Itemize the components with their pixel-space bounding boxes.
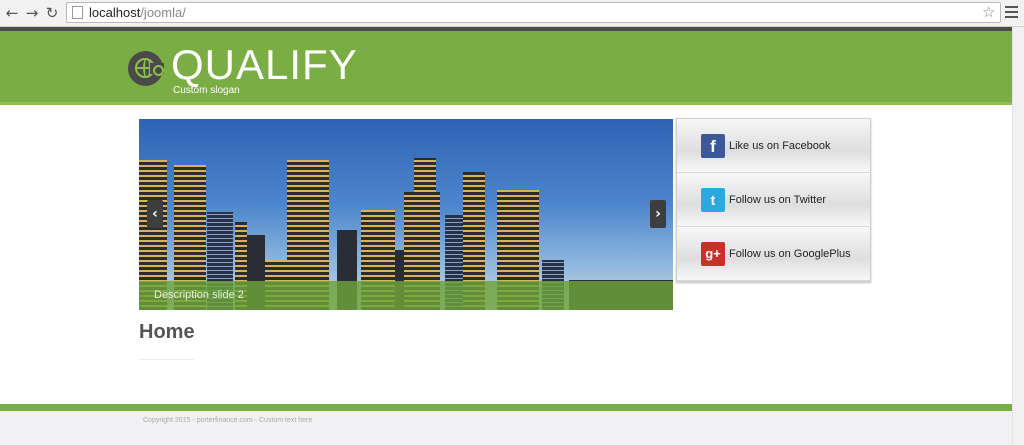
- divider: [139, 359, 194, 360]
- browser-toolbar: ← → ↻ localhost/joomla/ ☆: [0, 0, 1024, 27]
- url-path: /joomla/: [140, 5, 186, 20]
- slider-next-button[interactable]: ›: [650, 200, 666, 228]
- page-viewport: QUALIFY Custom slogan ‹ › Description sl…: [0, 27, 1012, 445]
- social-link-label: Follow us on GooglePlus: [729, 248, 851, 260]
- twitter-icon: t: [701, 188, 725, 212]
- page-icon: [72, 6, 83, 19]
- social-links-panel: f Like us on Facebook t Follow us on Twi…: [676, 118, 871, 282]
- social-link-label: Like us on Facebook: [729, 140, 831, 152]
- copyright-text: Copyright 2015 - porterfinance.com - Cus…: [143, 417, 313, 424]
- facebook-icon: f: [701, 134, 725, 158]
- page-title: Home: [139, 321, 195, 343]
- reload-icon[interactable]: ↻: [44, 4, 60, 22]
- site-title[interactable]: QUALIFY: [171, 41, 358, 89]
- social-link-googleplus[interactable]: g+ Follow us on GooglePlus: [677, 227, 870, 281]
- social-link-facebook[interactable]: f Like us on Facebook: [677, 119, 870, 173]
- googleplus-icon: g+: [701, 242, 725, 266]
- footer-accent-bar: [0, 404, 1012, 411]
- forward-arrow-icon[interactable]: →: [24, 4, 40, 22]
- social-link-label: Follow us on Twitter: [729, 194, 827, 206]
- slider-prev-button[interactable]: ‹: [147, 200, 163, 228]
- url-host: localhost: [89, 5, 141, 20]
- image-slider: ‹ › Description slide 2: [139, 119, 673, 310]
- url-text[interactable]: localhost/joomla/: [89, 5, 186, 20]
- logo-globe-icon[interactable]: [128, 51, 164, 86]
- back-arrow-icon[interactable]: ←: [4, 4, 20, 22]
- site-footer: Copyright 2015 - porterfinance.com - Cus…: [0, 411, 1012, 445]
- site-slogan: Custom slogan: [173, 85, 240, 96]
- address-bar[interactable]: localhost/joomla/: [66, 2, 1001, 23]
- browser-menu-icon[interactable]: [1005, 6, 1018, 18]
- social-link-twitter[interactable]: t Follow us on Twitter: [677, 173, 870, 227]
- slide-caption-bar: Description slide 2: [139, 281, 673, 310]
- bookmark-star-icon[interactable]: ☆: [982, 3, 995, 21]
- site-header: QUALIFY Custom slogan: [0, 31, 1012, 105]
- slide-caption: Description slide 2: [154, 289, 244, 301]
- page-scrollbar[interactable]: [1012, 27, 1024, 445]
